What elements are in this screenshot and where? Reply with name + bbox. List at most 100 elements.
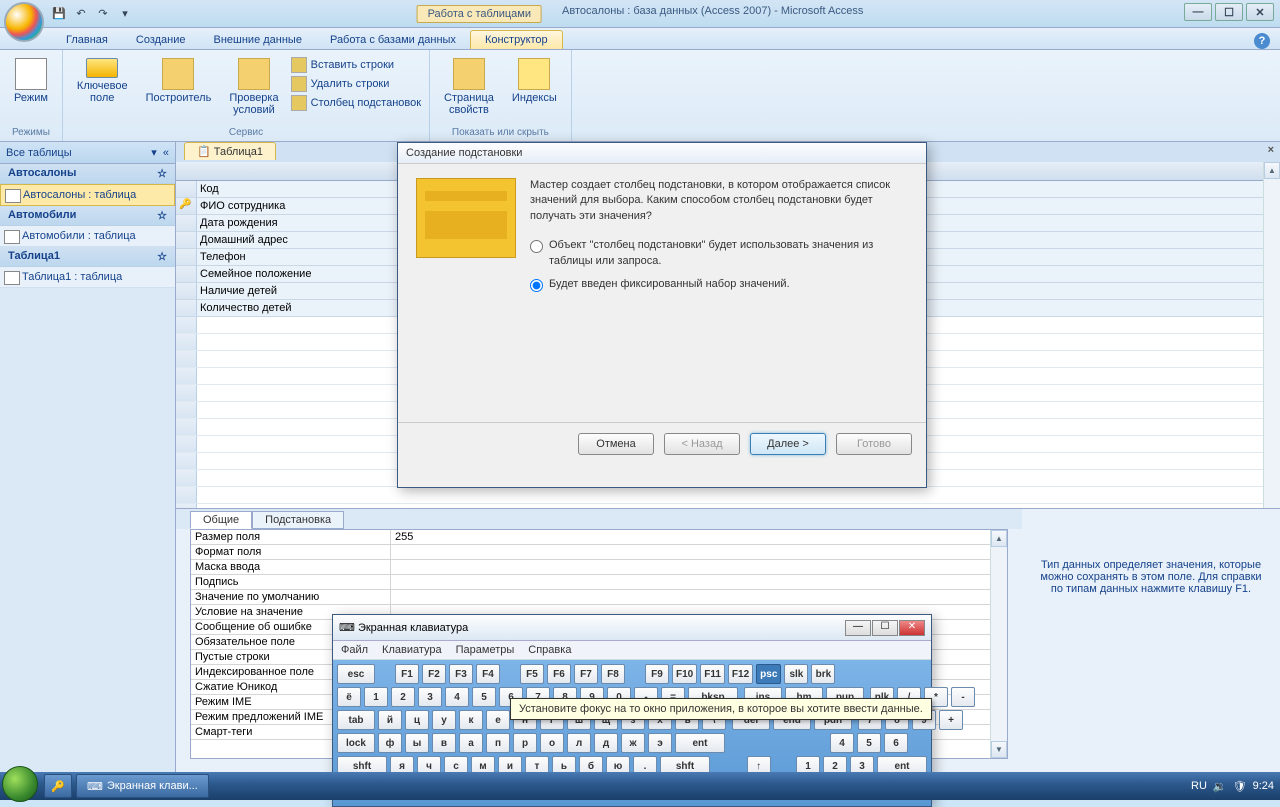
back-button[interactable]: < Назад <box>664 433 740 455</box>
osk-key[interactable]: в <box>432 733 456 753</box>
osk-key[interactable]: F9 <box>645 664 669 684</box>
osk-key[interactable]: F7 <box>574 664 598 684</box>
osk-key[interactable]: - <box>951 687 975 707</box>
taskbar-item[interactable]: ⌨ Экранная клави... <box>76 774 209 798</box>
property-row[interactable]: Значение по умолчанию <box>191 590 1007 605</box>
insert-rows-button[interactable]: Вставить строки <box>291 56 421 74</box>
osk-key[interactable]: 4 <box>830 733 854 753</box>
osk-key[interactable]: л <box>567 733 591 753</box>
osk-key[interactable]: 4 <box>445 687 469 707</box>
tab-design[interactable]: Конструктор <box>470 30 563 49</box>
doc-close-icon[interactable]: × <box>1268 144 1274 156</box>
wizard-option-table[interactable]: Объект "столбец подстановки" будет испол… <box>530 238 908 269</box>
osk-key[interactable]: F10 <box>672 664 697 684</box>
osk-key[interactable]: 6 <box>884 733 908 753</box>
start-button[interactable] <box>2 766 38 802</box>
nav-group[interactable]: Автосалоны☆ <box>0 164 175 184</box>
osk-key[interactable]: F12 <box>728 664 753 684</box>
osk-key[interactable]: п <box>486 733 510 753</box>
nav-header[interactable]: Все таблицы▾ « <box>0 142 175 164</box>
osk-key[interactable]: ж <box>621 733 645 753</box>
property-sheet-button[interactable]: Страница свойств <box>438 56 500 118</box>
lang-indicator[interactable]: RU <box>1191 780 1207 792</box>
wizard-option-fixed[interactable]: Будет введен фиксированный набор значени… <box>530 277 908 292</box>
osk-key[interactable]: psc <box>756 664 781 684</box>
osk-key[interactable]: F2 <box>422 664 446 684</box>
redo-icon[interactable]: ↷ <box>94 5 112 23</box>
osk-key[interactable]: 2 <box>391 687 415 707</box>
vscrollbar[interactable]: ▲▼ <box>990 530 1007 758</box>
osk-key[interactable]: F8 <box>601 664 625 684</box>
nav-item[interactable]: Таблица1 : таблица <box>0 267 175 288</box>
osk-menu-item[interactable]: Справка <box>528 644 571 656</box>
osk-key[interactable]: F1 <box>395 664 419 684</box>
osk-key[interactable]: F11 <box>700 664 725 684</box>
save-icon[interactable]: 💾 <box>50 5 68 23</box>
nav-group[interactable]: Таблица1☆ <box>0 247 175 267</box>
osk-key[interactable]: ent <box>675 733 725 753</box>
tab-create[interactable]: Создание <box>122 31 200 49</box>
help-icon[interactable]: ? <box>1254 33 1270 49</box>
osk-key[interactable]: о <box>540 733 564 753</box>
osk-key[interactable]: 3 <box>418 687 442 707</box>
osk-key[interactable]: э <box>648 733 672 753</box>
undo-icon[interactable]: ↶ <box>72 5 90 23</box>
tab-external[interactable]: Внешние данные <box>200 31 316 49</box>
next-button[interactable]: Далее > <box>750 433 826 455</box>
finish-button[interactable]: Готово <box>836 433 912 455</box>
osk-key[interactable]: F3 <box>449 664 473 684</box>
osk-close[interactable]: ✕ <box>899 620 925 636</box>
osk-key[interactable]: F5 <box>520 664 544 684</box>
osk-key[interactable]: е <box>486 710 510 730</box>
prop-tab-lookup[interactable]: Подстановка <box>252 511 344 529</box>
property-row[interactable]: Подпись <box>191 575 1007 590</box>
nav-item[interactable]: Автомобили : таблица <box>0 226 175 247</box>
tray-icon[interactable]: 🛡 <box>1233 780 1247 793</box>
osk-key[interactable]: tab <box>337 710 375 730</box>
nav-item[interactable]: Автосалоны : таблица <box>0 184 175 206</box>
delete-rows-button[interactable]: Удалить строки <box>291 75 421 93</box>
indexes-button[interactable]: Индексы <box>506 56 563 106</box>
tab-dbtools[interactable]: Работа с базами данных <box>316 31 470 49</box>
osk-key[interactable]: а <box>459 733 483 753</box>
osk-key[interactable]: й <box>378 710 402 730</box>
tray-icon[interactable]: 🔉 <box>1213 780 1227 793</box>
osk-key[interactable]: 5 <box>472 687 496 707</box>
osk-key[interactable]: lock <box>337 733 375 753</box>
osk-key[interactable]: F4 <box>476 664 500 684</box>
osk-key[interactable]: у <box>432 710 456 730</box>
osk-key[interactable]: д <box>594 733 618 753</box>
osk-key[interactable]: ы <box>405 733 429 753</box>
doc-tab[interactable]: 📋 Таблица1 <box>184 142 276 160</box>
builder-button[interactable]: Построитель <box>140 56 218 106</box>
osk-key[interactable]: brk <box>811 664 835 684</box>
osk-menu-item[interactable]: Клавиатура <box>382 644 442 656</box>
osk-key[interactable]: ё <box>337 687 361 707</box>
osk-minimize[interactable]: — <box>845 620 871 636</box>
osk-key[interactable]: к <box>459 710 483 730</box>
osk-menu-item[interactable]: Файл <box>341 644 368 656</box>
osk-maximize[interactable]: ☐ <box>872 620 898 636</box>
prop-tab-general[interactable]: Общие <box>190 511 252 529</box>
osk-key[interactable]: 5 <box>857 733 881 753</box>
osk-key[interactable]: ф <box>378 733 402 753</box>
view-button[interactable]: Режим <box>8 56 54 106</box>
tab-home[interactable]: Главная <box>52 31 122 49</box>
osk-key[interactable]: + <box>939 710 963 730</box>
qat-dropdown-icon[interactable]: ▾ <box>116 5 134 23</box>
minimize-button[interactable]: — <box>1184 3 1212 21</box>
property-row[interactable]: Маска ввода <box>191 560 1007 575</box>
osk-key[interactable]: esc <box>337 664 375 684</box>
test-rules-button[interactable]: Проверка условий <box>223 56 284 118</box>
property-row[interactable]: Размер поля255 <box>191 530 1007 545</box>
property-row[interactable]: Формат поля <box>191 545 1007 560</box>
nav-group[interactable]: Автомобили☆ <box>0 206 175 226</box>
osk-menu-item[interactable]: Параметры <box>456 644 515 656</box>
cancel-button[interactable]: Отмена <box>578 433 654 455</box>
taskbar-item[interactable]: 🔑 <box>44 774 72 798</box>
osk-key[interactable]: F6 <box>547 664 571 684</box>
close-button[interactable]: ✕ <box>1246 3 1274 21</box>
lookup-column-button[interactable]: Столбец подстановок <box>291 94 421 112</box>
clock[interactable]: 9:24 <box>1253 780 1274 792</box>
osk-key[interactable]: р <box>513 733 537 753</box>
